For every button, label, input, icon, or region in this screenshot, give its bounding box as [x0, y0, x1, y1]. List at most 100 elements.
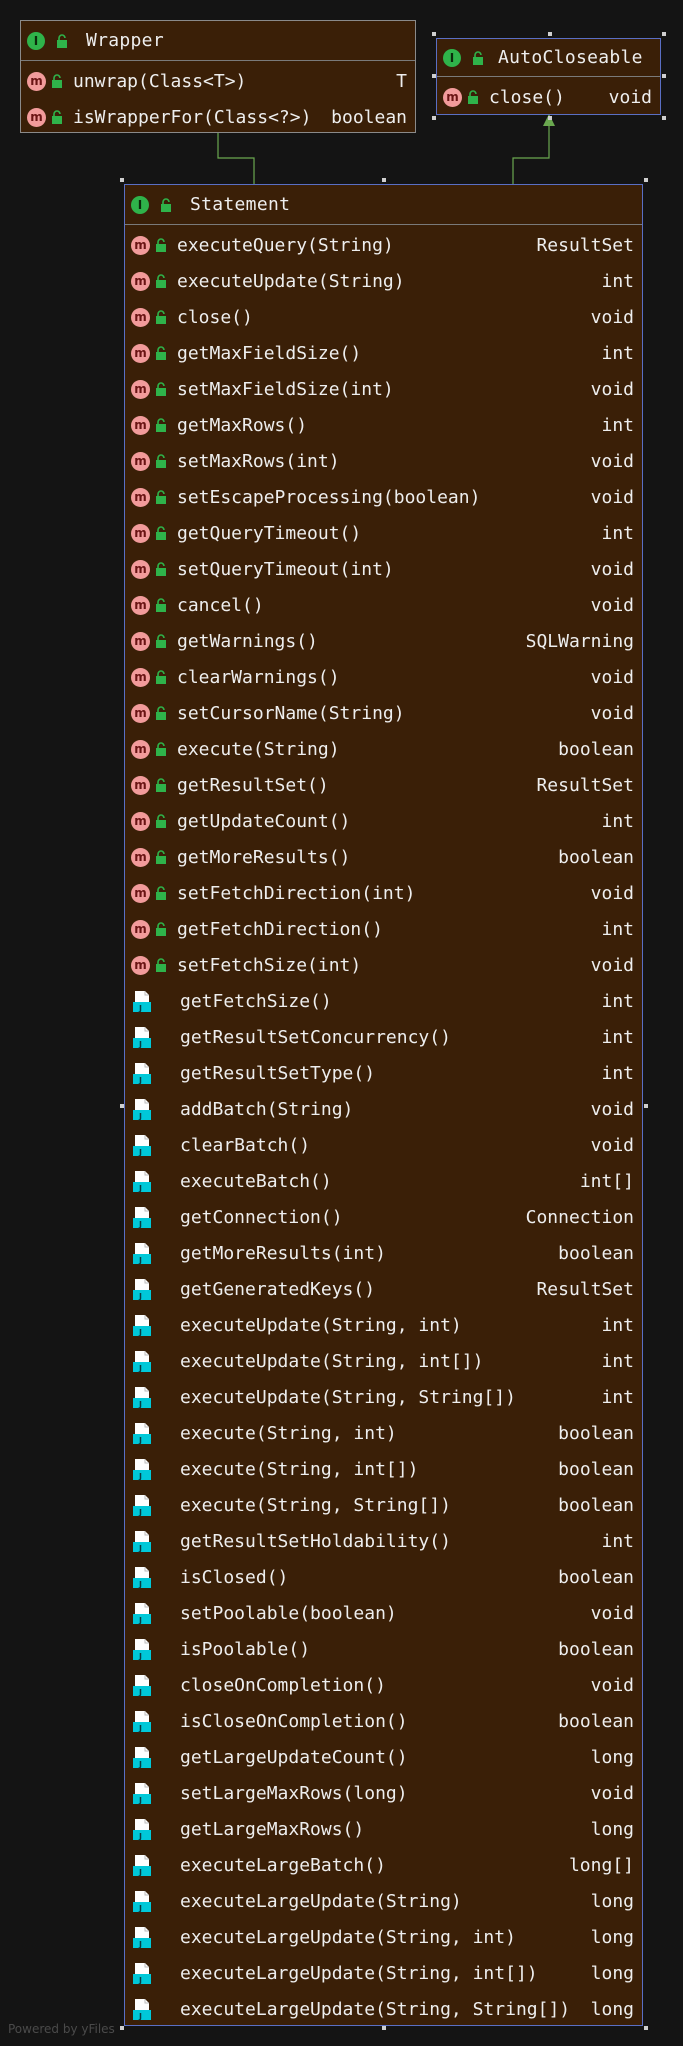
- method-row[interactable]: m execute(String) boolean: [125, 731, 642, 767]
- method-row[interactable]: m setFetchDirection(int) void: [125, 875, 642, 911]
- method-row[interactable]: m executeQuery(String) ResultSet: [125, 227, 642, 263]
- method-row[interactable]: JexecuteUpdate(String, int[]) int: [125, 1343, 642, 1379]
- method-row[interactable]: m setFetchSize(int) void: [125, 947, 642, 983]
- public-lock-icon: [156, 526, 166, 540]
- method-return-type: void: [590, 954, 634, 976]
- method-row[interactable]: m close() void: [437, 79, 660, 115]
- method-return-type: void: [590, 1782, 634, 1804]
- method-row[interactable]: m setCursorName(String) void: [125, 695, 642, 731]
- public-lock-icon: [156, 958, 166, 972]
- autocloseable-interface-node[interactable]: I AutoCloseable m close() void: [436, 38, 661, 115]
- svg-text:J: J: [138, 1436, 142, 1445]
- method-row[interactable]: JgetGeneratedKeys() ResultSet: [125, 1271, 642, 1307]
- method-row[interactable]: JisCloseOnCompletion() boolean: [125, 1703, 642, 1739]
- method-return-type: boolean: [558, 738, 634, 760]
- method-return-type: boolean: [558, 1494, 634, 1516]
- method-row[interactable]: JgetResultSetHoldability() int: [125, 1523, 642, 1559]
- selection-handle[interactable]: [662, 74, 666, 78]
- method-row[interactable]: JgetLargeUpdateCount() long: [125, 1739, 642, 1775]
- selection-handle[interactable]: [644, 2026, 648, 2030]
- method-row[interactable]: m getFetchDirection() int: [125, 911, 642, 947]
- method-return-type: int: [601, 1314, 634, 1336]
- method-row[interactable]: JgetFetchSize() int: [125, 983, 642, 1019]
- method-row[interactable]: m getResultSet() ResultSet: [125, 767, 642, 803]
- method-row[interactable]: JgetMoreResults(int) boolean: [125, 1235, 642, 1271]
- method-row[interactable]: Jexecute(String, String[]) boolean: [125, 1487, 642, 1523]
- method-signature: executeLargeUpdate(String, int[]): [180, 1962, 538, 1984]
- selection-handle[interactable]: [548, 32, 552, 36]
- public-lock-icon: [156, 886, 166, 900]
- selection-handle[interactable]: [662, 32, 666, 36]
- method-row[interactable]: JgetLargeMaxRows() long: [125, 1811, 642, 1847]
- method-row[interactable]: JexecuteLargeUpdate(String, String[]) lon…: [125, 1991, 642, 2027]
- selection-handle[interactable]: [644, 178, 648, 182]
- method-row[interactable]: m setMaxRows(int) void: [125, 443, 642, 479]
- method-row[interactable]: JsetLargeMaxRows(long) void: [125, 1775, 642, 1811]
- method-row[interactable]: JcloseOnCompletion() void: [125, 1667, 642, 1703]
- selection-handle[interactable]: [432, 116, 436, 120]
- method-row[interactable]: m close() void: [125, 299, 642, 335]
- method-return-type: boolean: [558, 1566, 634, 1588]
- selection-handle[interactable]: [120, 178, 124, 182]
- method-row[interactable]: m unwrap(Class<T>) T: [21, 63, 415, 99]
- selection-handle[interactable]: [120, 1104, 124, 1108]
- method-row[interactable]: JexecuteLargeBatch() long[]: [125, 1847, 642, 1883]
- method-icon: m: [131, 559, 150, 579]
- selection-handle[interactable]: [382, 2026, 386, 2030]
- public-lock-icon: [156, 310, 166, 324]
- method-row[interactable]: JaddBatch(String) void: [125, 1091, 642, 1127]
- default-method-icon: J: [133, 1819, 151, 1841]
- selection-handle[interactable]: [382, 178, 386, 182]
- selection-handle[interactable]: [432, 74, 436, 78]
- interface-icon: I: [27, 31, 45, 50]
- method-row[interactable]: Jexecute(String, int) boolean: [125, 1415, 642, 1451]
- method-signature: getResultSetConcurrency(): [180, 1026, 451, 1048]
- method-signature: getResultSet(): [177, 774, 329, 796]
- method-row[interactable]: m getWarnings() SQLWarning: [125, 623, 642, 659]
- method-row[interactable]: m getMoreResults() boolean: [125, 839, 642, 875]
- svg-text:J: J: [138, 1796, 142, 1805]
- method-row[interactable]: JgetResultSetType() int: [125, 1055, 642, 1091]
- default-method-icon: J: [133, 1675, 151, 1697]
- method-row[interactable]: m getMaxFieldSize() int: [125, 335, 642, 371]
- wrapper-interface-node[interactable]: I Wrapper m unwrap(Class<T>) Tm isWrapperFo…: [20, 20, 416, 133]
- method-row[interactable]: JgetConnection() Connection: [125, 1199, 642, 1235]
- method-signature: execute(String, String[]): [180, 1494, 451, 1516]
- method-row[interactable]: m setQueryTimeout(int) void: [125, 551, 642, 587]
- selection-handle[interactable]: [548, 116, 552, 120]
- method-signature: getResultSetType(): [180, 1062, 376, 1084]
- selection-handle[interactable]: [644, 1104, 648, 1108]
- method-row[interactable]: m cancel() void: [125, 587, 642, 623]
- method-row[interactable]: m setMaxFieldSize(int) void: [125, 371, 642, 407]
- method-row[interactable]: JexecuteLargeUpdate(String, int[]) long: [125, 1955, 642, 1991]
- method-row[interactable]: JexecuteBatch() int[]: [125, 1163, 642, 1199]
- method-signature: setFetchDirection(int): [177, 882, 416, 904]
- method-row[interactable]: m isWrapperFor(Class<?>) boolean: [21, 99, 415, 135]
- method-return-type: void: [590, 558, 634, 580]
- method-row[interactable]: m getQueryTimeout() int: [125, 515, 642, 551]
- method-row[interactable]: m executeUpdate(String) int: [125, 263, 642, 299]
- method-row[interactable]: m setEscapeProcessing(boolean) void: [125, 479, 642, 515]
- public-lock-icon: [156, 382, 166, 396]
- method-row[interactable]: m clearWarnings() void: [125, 659, 642, 695]
- method-row[interactable]: JgetResultSetConcurrency() int: [125, 1019, 642, 1055]
- selection-handle[interactable]: [432, 32, 436, 36]
- method-row[interactable]: JisPoolable() boolean: [125, 1631, 642, 1667]
- method-row[interactable]: Jexecute(String, int[]) boolean: [125, 1451, 642, 1487]
- default-method-icon: J: [133, 1027, 151, 1049]
- method-row[interactable]: JexecuteLargeUpdate(String) long: [125, 1883, 642, 1919]
- selection-handle[interactable]: [120, 2026, 124, 2030]
- public-lock-icon: [156, 598, 166, 612]
- method-row[interactable]: m getMaxRows() int: [125, 407, 642, 443]
- selection-handle[interactable]: [662, 116, 666, 120]
- method-row[interactable]: JisClosed() boolean: [125, 1559, 642, 1595]
- method-row[interactable]: JclearBatch() void: [125, 1127, 642, 1163]
- method-return-type: ResultSet: [536, 1278, 634, 1300]
- statement-interface-node[interactable]: I Statement m executeQuery(String) ResultS…: [124, 184, 643, 2026]
- method-row[interactable]: JexecuteLargeUpdate(String, int) long: [125, 1919, 642, 1955]
- public-lock-icon: [156, 742, 166, 756]
- method-row[interactable]: JexecuteUpdate(String, int) int: [125, 1307, 642, 1343]
- method-row[interactable]: m getUpdateCount() int: [125, 803, 642, 839]
- method-row[interactable]: JexecuteUpdate(String, String[]) int: [125, 1379, 642, 1415]
- method-row[interactable]: JsetPoolable(boolean) void: [125, 1595, 642, 1631]
